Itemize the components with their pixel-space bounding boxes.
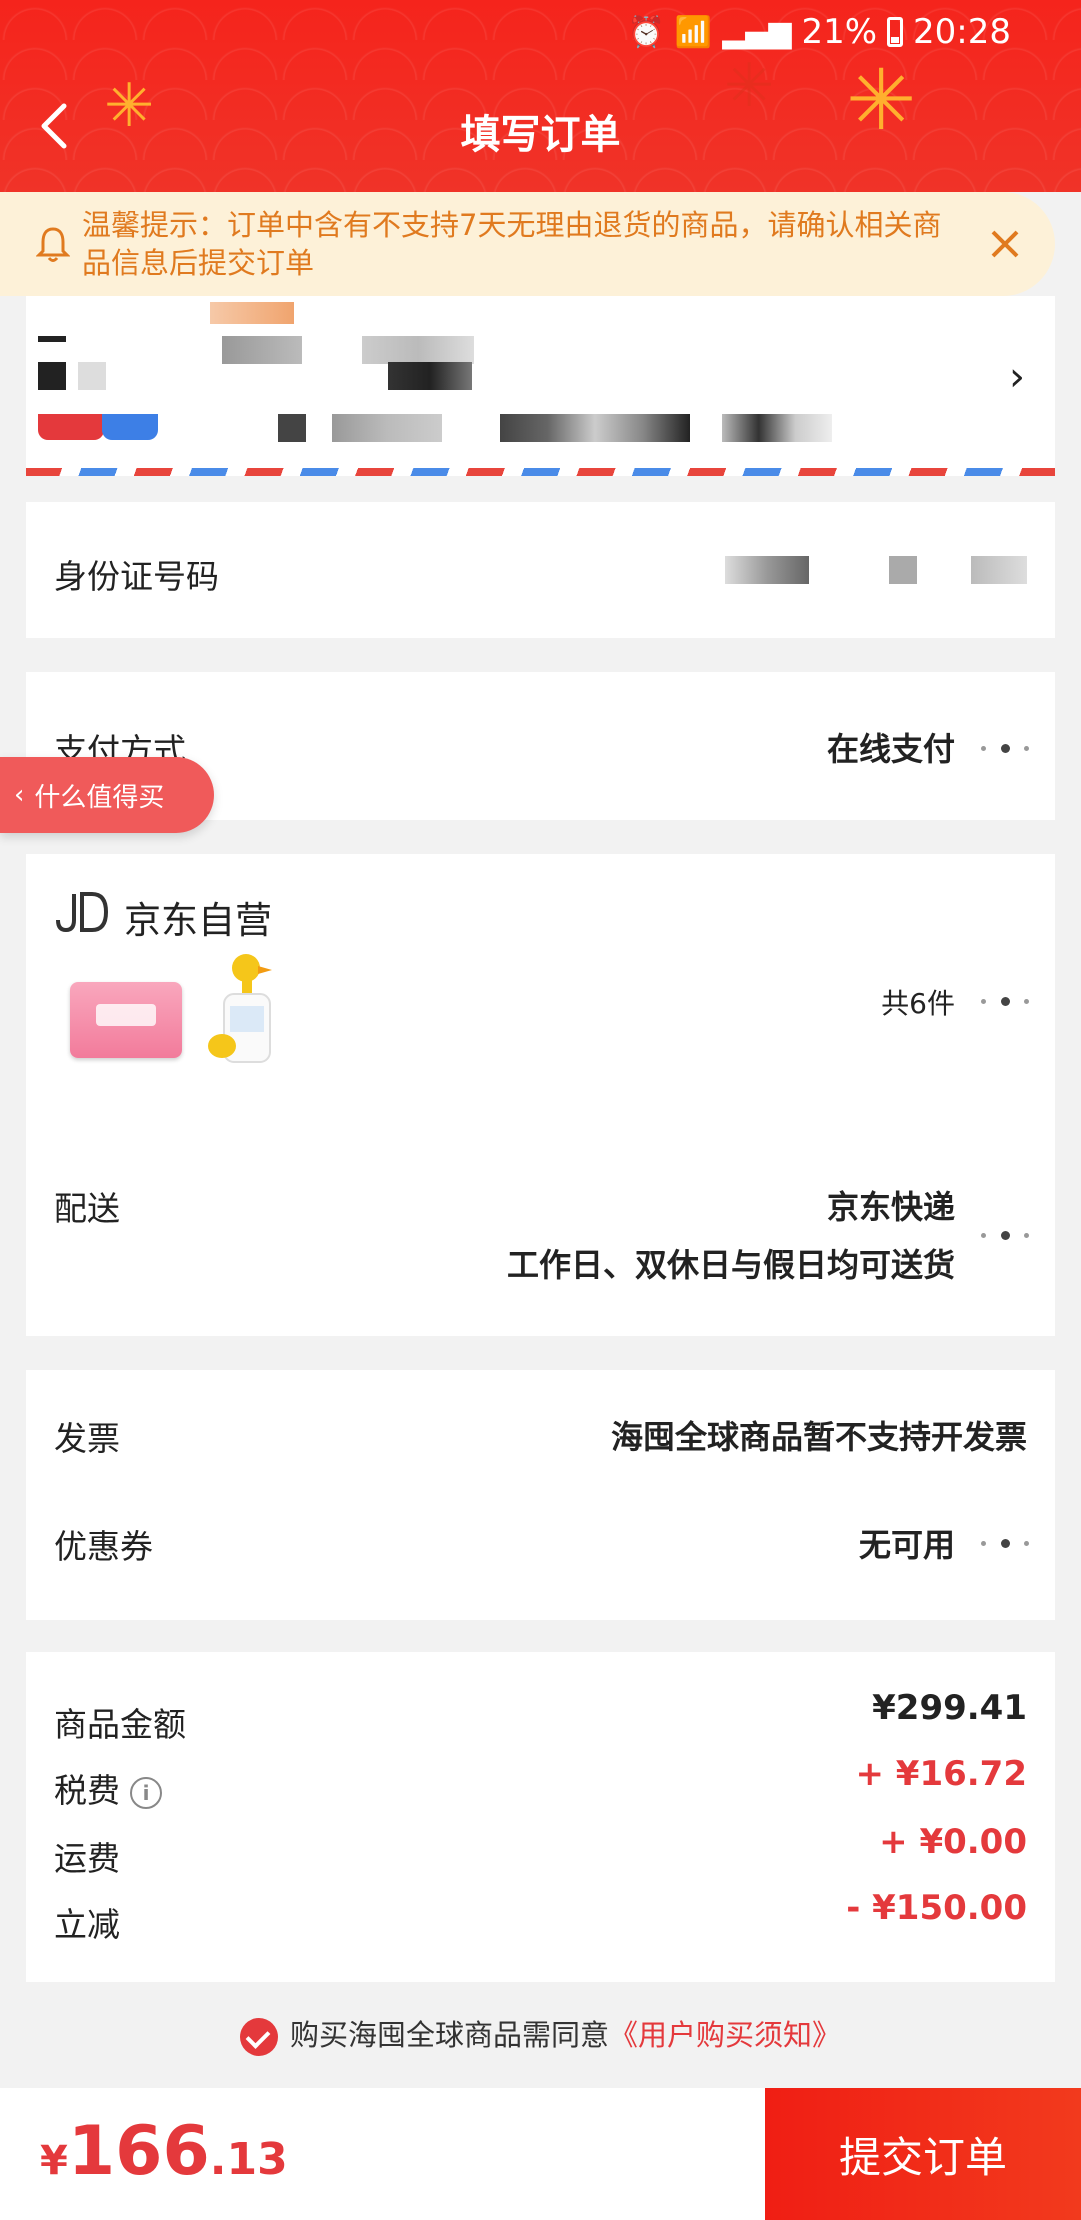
id-card-label: 身份证号码 [54, 557, 219, 596]
tax-label-row: 税费 i [54, 1764, 162, 1812]
agreement-link[interactable]: 《用户购买须知》 [609, 2018, 841, 2052]
chevron-left-icon: ‹ [14, 780, 25, 810]
bottom-bar: ¥166.13 提交订单 [0, 2088, 1081, 2220]
redacted-block [222, 336, 302, 364]
total-integer: 166 [67, 2112, 210, 2191]
tax-label: 税费 [54, 1771, 120, 1810]
tax-value: + ¥16.72 [855, 1754, 1027, 1794]
redacted-block [78, 362, 106, 390]
invoice-label: 发票 [54, 1419, 120, 1458]
total-price: ¥166.13 [40, 2112, 288, 2191]
shipping-value: + ¥0.00 [879, 1822, 1027, 1862]
store-card: 京东自营 共6件 配送 京东快递 工作日、双休日与假日均可送货 [26, 854, 1055, 1336]
notice-banner: 温馨提示：订单中含有不支持7天无理由退货的商品，请确认相关商品信息后提交订单 [0, 192, 1055, 296]
coupon-label: 优惠券 [54, 1527, 153, 1566]
delivery-value[interactable]: 京东快递 [827, 1182, 955, 1228]
page-title: 填写订单 [460, 112, 621, 158]
invoice-value: 海囤全球商品暂不支持开发票 [610, 1418, 1027, 1456]
price-card: 商品金额 ¥299.41 税费 i + ¥16.72 运费 + ¥0.00 立减 … [26, 1652, 1055, 1982]
total-decimal: .13 [209, 2134, 288, 2185]
discount-value: - ¥150.00 [846, 1888, 1027, 1928]
redacted-block [388, 362, 472, 390]
store-name: 京东自营 [124, 899, 272, 942]
agreement-row: 购买海囤全球商品需同意《用户购买须知》 [0, 2012, 1081, 2056]
tag-badge [102, 414, 158, 440]
redacted-block [722, 414, 832, 442]
notice-text: 温馨提示：订单中含有不支持7天无理由退货的商品，请确认相关商品信息后提交订单 [82, 208, 942, 280]
discount-label: 立减 [54, 1905, 120, 1944]
subtotal-value: ¥299.41 [872, 1688, 1027, 1728]
more-icon[interactable] [981, 1228, 1029, 1242]
payment-value: 在线支付 [826, 730, 955, 768]
agreement-text: 购买海囤全球商品需同意 [289, 2018, 609, 2052]
redacted-block [38, 336, 66, 342]
redacted-block [38, 362, 66, 390]
tag-badge [38, 414, 104, 440]
chevron-right-icon: › [1009, 354, 1025, 400]
more-icon[interactable] [981, 1536, 1029, 1550]
alarm-icon: ⏰ [627, 14, 665, 50]
redacted-block [210, 302, 294, 324]
battery-icon [887, 17, 904, 47]
address-card[interactable]: › [26, 296, 1055, 476]
more-icon[interactable] [981, 994, 1029, 1008]
coupon-value[interactable]: 无可用 [859, 1520, 955, 1566]
wifi-icon: 📶 [674, 14, 713, 50]
redacted-block [362, 336, 474, 364]
jd-logo-icon [56, 892, 109, 933]
delivery-label: 配送 [54, 1189, 120, 1228]
redacted-block [971, 556, 1027, 584]
battery-percent: 21% [801, 12, 878, 52]
redacted-block [500, 414, 690, 442]
clock: 20:28 [913, 12, 1011, 52]
id-card-row[interactable]: 身份证号码 [26, 502, 1055, 638]
float-tag[interactable]: ‹ 什么值得买 [0, 757, 214, 833]
invoice-coupon-card: 发票 海囤全球商品暂不支持开发票 优惠券 无可用 [26, 1370, 1055, 1620]
bell-icon [36, 227, 70, 262]
delivery-note: 工作日、双休日与假日均可送货 [506, 1246, 955, 1284]
redacted-block [278, 414, 306, 442]
envelope-stripe [26, 468, 1055, 476]
float-tag-label: 什么值得买 [34, 782, 165, 813]
more-icon[interactable] [981, 741, 1029, 755]
product-thumbnail[interactable] [70, 982, 182, 1058]
signal-icon: ▂▄▆ [722, 14, 792, 50]
redacted-block [332, 414, 442, 442]
item-count: 共6件 [881, 987, 955, 1020]
close-icon[interactable] [985, 224, 1025, 264]
subtotal-label: 商品金额 [54, 1705, 186, 1744]
status-bar: ⏰ 📶 ▂▄▆ 21% 20:28 [628, 10, 1012, 54]
shipping-label: 运费 [54, 1839, 120, 1878]
redacted-block [725, 556, 809, 584]
submit-order-button[interactable]: 提交订单 [765, 2088, 1081, 2220]
redacted-block [889, 556, 917, 584]
currency-symbol: ¥ [40, 2138, 68, 2184]
info-icon[interactable]: i [130, 1776, 162, 1809]
product-thumbnail[interactable] [196, 950, 306, 1070]
checkbox-checked-icon[interactable] [239, 2018, 278, 2056]
header: ✳ ✳ ✳ ⏰ 📶 ▂▄▆ 21% 20:28 填写订单 [0, 0, 1081, 192]
